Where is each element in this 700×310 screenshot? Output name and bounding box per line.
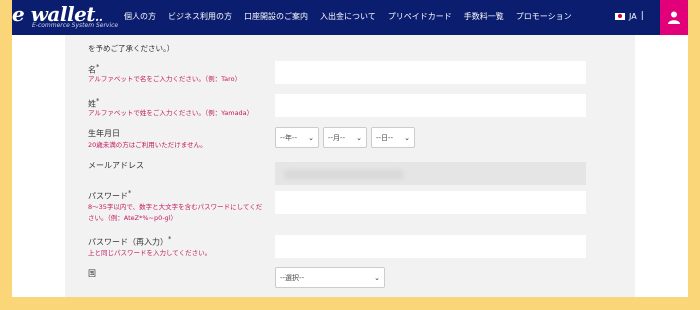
nav-deposit-withdrawal[interactable]: 入出金について bbox=[320, 11, 376, 22]
logo-prefix: e bbox=[12, 2, 25, 26]
email-value-redacted bbox=[284, 170, 404, 179]
country-label: 国 bbox=[88, 269, 96, 278]
first-name-hint: アルファベットで名をご入力ください。（例：Taro） bbox=[88, 75, 242, 83]
birth-month-value: --月-- bbox=[328, 133, 346, 142]
nav-account-opening[interactable]: 口座開設のご案内 bbox=[244, 11, 308, 22]
password-hint-line1: 8〜35字以内で、数字と大文字を含むパスワードにしてくだ bbox=[88, 203, 263, 211]
chevron-down-icon: ⌄ bbox=[404, 133, 410, 142]
password-confirm-hint: 上と同じパスワードを入力してください。 bbox=[88, 249, 212, 257]
password-hint-line2: さい。（例：AteZ*%~p0-gl） bbox=[88, 214, 177, 222]
password-confirm-label: パスワード（再入力）* bbox=[88, 235, 172, 247]
birth-year-value: --年-- bbox=[280, 133, 298, 142]
nav-promotion[interactable]: プロモーション bbox=[516, 11, 572, 22]
birth-day-select[interactable]: --日-- ⌄ bbox=[371, 127, 415, 148]
birth-year-select[interactable]: --年-- ⌄ bbox=[275, 127, 319, 148]
main-nav: 個人の方 ビジネス利用の方 口座開設のご案内 入出金について プリペイドカード … bbox=[124, 11, 572, 22]
top-navbar: e wallet.. E-commerce System Service 個人の… bbox=[12, 0, 688, 35]
nav-prepaid-card[interactable]: プリペイドカード bbox=[388, 11, 452, 22]
browser-frame: e wallet.. E-commerce System Service 個人の… bbox=[12, 0, 688, 297]
chevron-down-icon: ⌄ bbox=[356, 133, 362, 142]
password-confirm-input[interactable] bbox=[275, 235, 586, 258]
language-selector[interactable]: JA | bbox=[615, 11, 644, 21]
last-name-hint: アルファベットで姓をご入力ください。（例：Yamada） bbox=[88, 109, 254, 117]
chevron-down-icon: ⌄ bbox=[308, 133, 314, 142]
nav-fees[interactable]: 手数料一覧 bbox=[464, 11, 504, 22]
birthday-label: 生年月日 bbox=[88, 129, 120, 138]
birth-day-value: --日-- bbox=[376, 133, 394, 142]
country-selected-value: --選択-- bbox=[280, 273, 305, 282]
user-account-button[interactable] bbox=[660, 0, 688, 35]
email-label: メールアドレス bbox=[88, 161, 144, 170]
nav-business[interactable]: ビジネス利用の方 bbox=[168, 11, 232, 22]
country-select[interactable]: --選択-- ⌄ bbox=[275, 267, 385, 288]
japan-flag-icon bbox=[615, 12, 625, 20]
birth-month-select[interactable]: --月-- ⌄ bbox=[323, 127, 367, 148]
language-separator: | bbox=[640, 11, 644, 21]
nav-individual[interactable]: 個人の方 bbox=[124, 11, 156, 22]
chevron-down-icon: ⌄ bbox=[374, 273, 380, 282]
logo-tagline: E-commerce System Service bbox=[32, 22, 119, 29]
language-code: JA bbox=[629, 11, 637, 21]
birthday-hint: 20歳未満の方はご利用いただけません。 bbox=[88, 141, 207, 149]
password-input[interactable] bbox=[275, 191, 586, 214]
password-label: パスワード* bbox=[88, 189, 132, 201]
last-name-input[interactable] bbox=[275, 94, 586, 117]
first-name-input[interactable] bbox=[275, 61, 586, 84]
user-icon bbox=[668, 11, 680, 24]
intro-text-tail: を予めご了承ください。） bbox=[88, 44, 175, 53]
